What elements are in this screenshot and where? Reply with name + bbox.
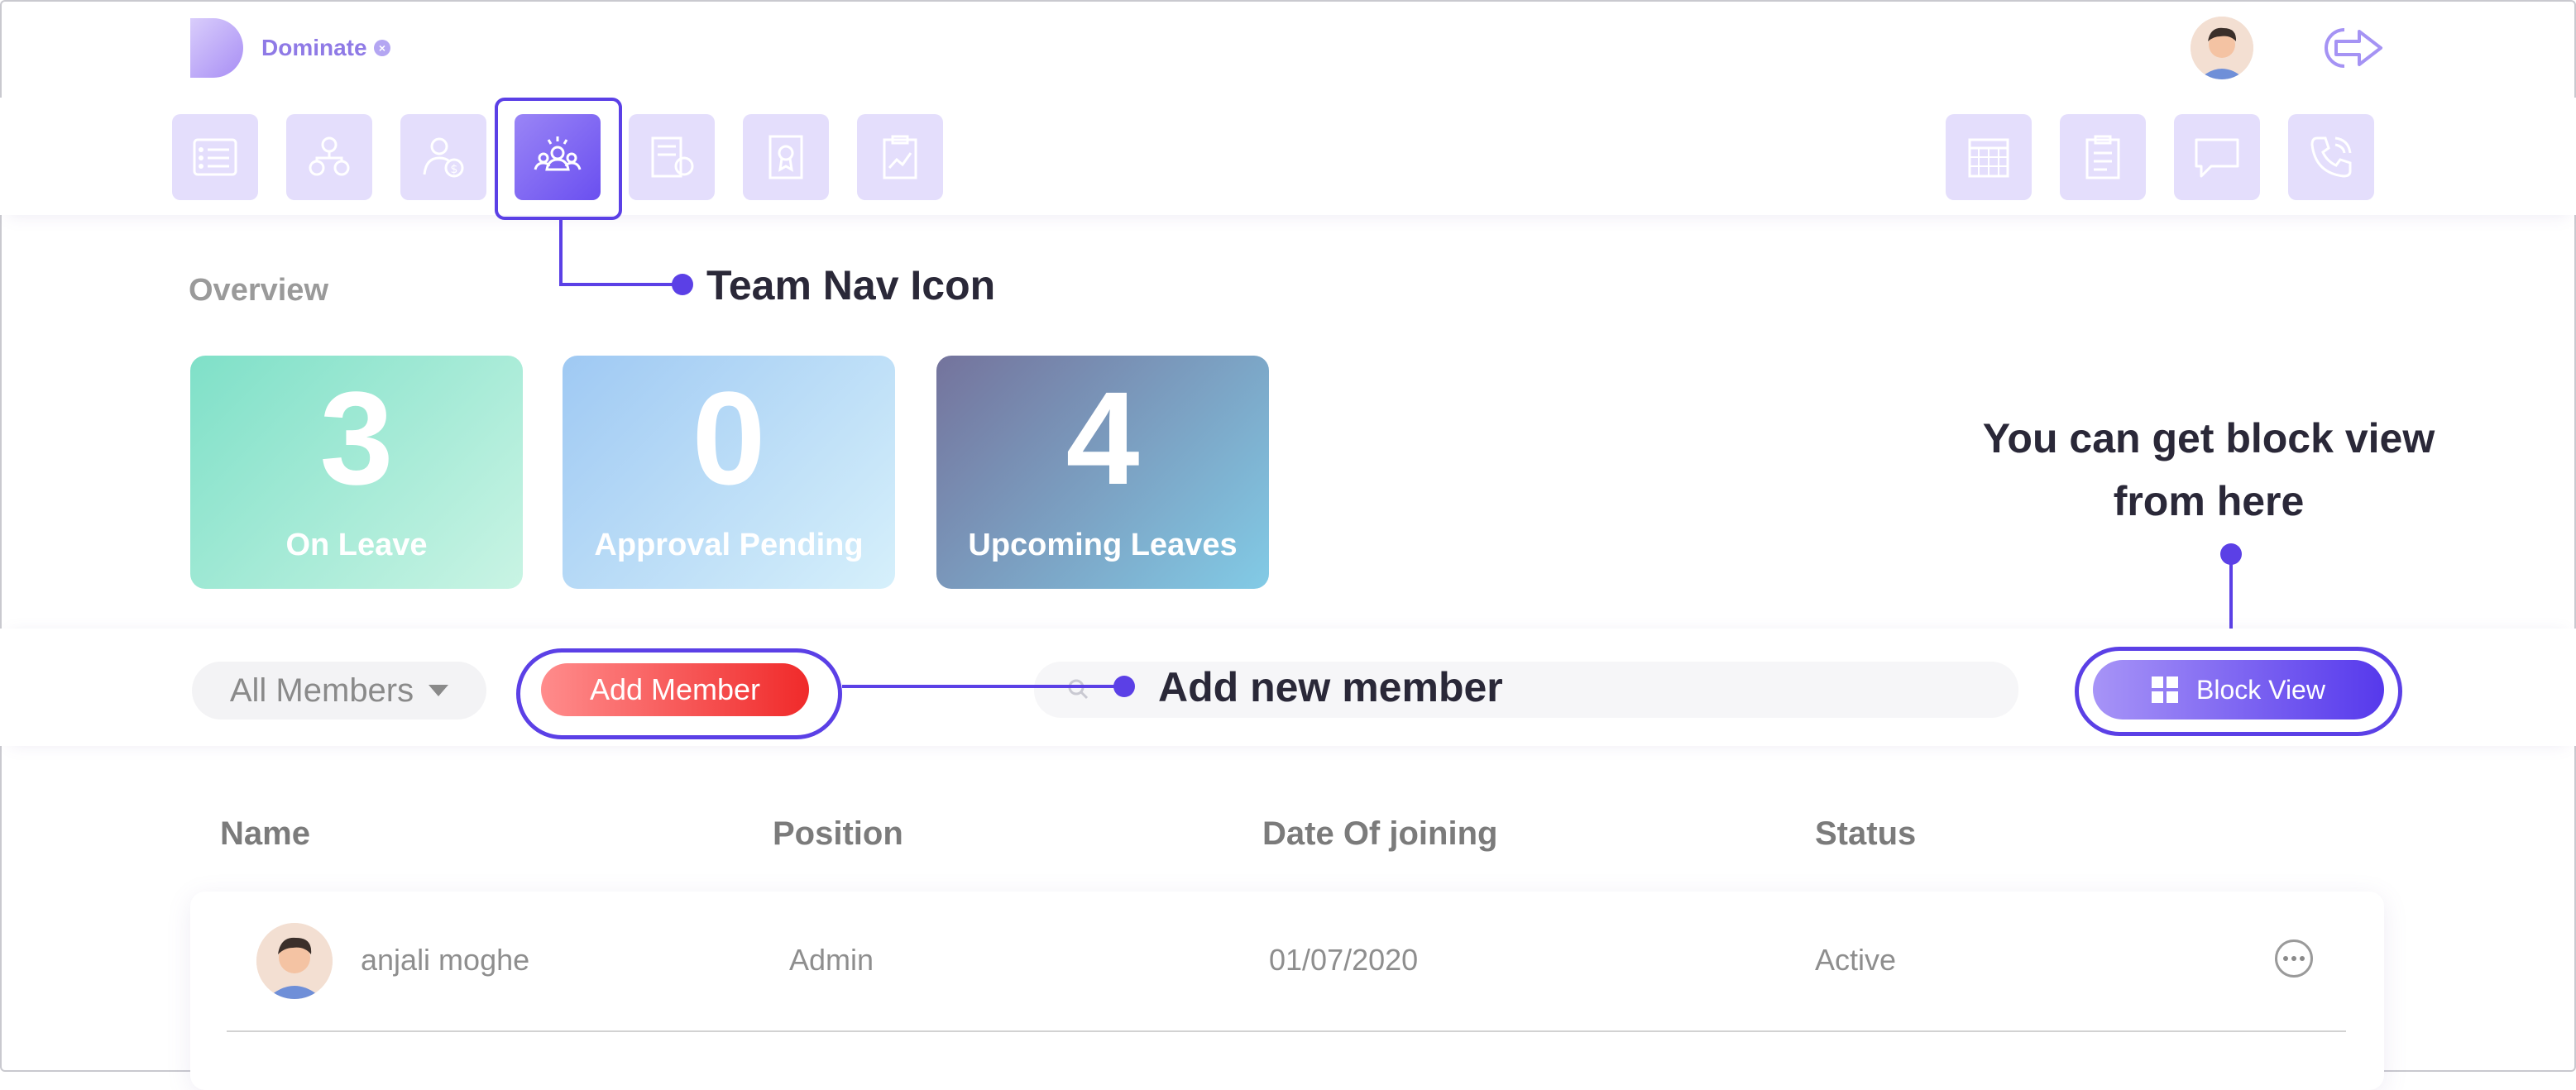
list-icon	[193, 138, 237, 176]
add-member-highlight	[516, 648, 842, 739]
nav-tasks-button[interactable]	[2060, 114, 2146, 200]
team-nav-highlight	[495, 98, 622, 220]
search-icon	[1068, 679, 1089, 700]
block-view-annotation-line2: from here	[2113, 478, 2305, 524]
document-award-icon	[768, 135, 803, 179]
nav-invoice-button[interactable]	[629, 114, 715, 200]
org-chart-icon	[309, 136, 350, 176]
nav-calendar-button[interactable]	[1946, 114, 2032, 200]
more-options-icon[interactable]	[2275, 939, 2313, 978]
stat-card-approval-pending[interactable]: 0 Approval Pending	[563, 356, 895, 589]
add-member-dot	[1113, 676, 1135, 697]
row-divider	[227, 1030, 2346, 1032]
caret-down-icon	[429, 685, 449, 696]
chat-icon	[2195, 138, 2239, 178]
column-header-name[interactable]: Name	[220, 815, 310, 853]
brand-name: Dominate	[261, 35, 367, 60]
block-view-annotation: You can get block view from here	[1878, 407, 2540, 533]
logout-icon[interactable]	[2311, 23, 2386, 73]
stat-card-on-leave[interactable]: 3 On Leave	[190, 356, 523, 589]
member-filter-value: All Members	[229, 672, 414, 709]
clipboard-list-icon	[2085, 135, 2120, 179]
stat-label: Upcoming Leaves	[968, 528, 1238, 562]
nav-report-button[interactable]	[857, 114, 943, 200]
add-member-annotation: Add new member	[1158, 664, 1503, 710]
user-avatar[interactable]	[2191, 17, 2253, 79]
member-name[interactable]: anjali moghe	[361, 943, 529, 978]
block-view-annotation-line1: You can get block view	[1982, 415, 2435, 461]
column-header-status[interactable]: Status	[1815, 815, 1916, 853]
stat-label: Approval Pending	[594, 528, 864, 562]
block-view-highlight	[2075, 647, 2402, 736]
stat-card-upcoming-leaves[interactable]: 4 Upcoming Leaves	[936, 356, 1269, 589]
member-join-date: 01/07/2020	[1269, 943, 1419, 977]
svg-text:$: $	[451, 163, 458, 176]
overview-title: Overview	[189, 273, 328, 308]
nav-policy-button[interactable]	[743, 114, 829, 200]
add-member-connector	[842, 685, 1123, 688]
member-status: Active	[1815, 943, 1897, 977]
team-nav-connector-h	[559, 283, 683, 286]
clipboard-chart-icon	[883, 135, 917, 179]
calendar-icon	[1968, 138, 2009, 178]
phone-icon	[2310, 136, 2352, 178]
stat-value: 4	[1065, 364, 1140, 512]
brand-close-icon[interactable]: ×	[374, 40, 390, 56]
invoice-icon	[651, 136, 694, 178]
member-filter-select[interactable]: All Members	[192, 662, 486, 719]
nav-list-button[interactable]	[172, 114, 258, 200]
avatar	[256, 923, 333, 999]
team-nav-dot	[672, 274, 693, 295]
nav-chat-button[interactable]	[2174, 114, 2260, 200]
member-position: Admin	[789, 943, 874, 977]
nav-org-button[interactable]	[286, 114, 372, 200]
stat-label: On Leave	[285, 528, 428, 562]
column-header-position[interactable]: Position	[773, 815, 903, 853]
column-header-date[interactable]: Date Of joining	[1262, 815, 1497, 853]
user-dollar-icon: $	[423, 137, 464, 178]
team-nav-annotation: Team Nav Icon	[706, 262, 996, 308]
member-table	[190, 892, 2384, 1090]
stat-value: 3	[319, 364, 394, 512]
nav-payroll-button[interactable]: $	[400, 114, 486, 200]
nav-call-button[interactable]	[2288, 114, 2374, 200]
stat-value: 0	[692, 364, 766, 512]
team-nav-connector	[559, 220, 563, 286]
